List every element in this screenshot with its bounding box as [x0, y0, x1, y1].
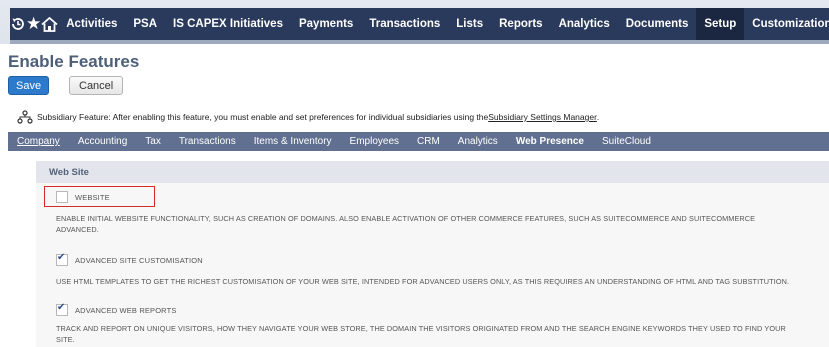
tab-suitecloud[interactable]: SuiteCloud — [593, 136, 660, 147]
subsidiary-note-suffix: . — [596, 112, 600, 122]
subsidiary-note: Subsidiary Feature: After enabling this … — [16, 110, 599, 124]
subsidiary-hierarchy-icon — [16, 110, 34, 124]
tab-web-presence[interactable]: Web Presence — [507, 136, 593, 147]
description-line: ENABLE INITIAL WEBSITE FUNCTIONALITY, SU… — [56, 214, 756, 223]
advanced-web-reports-checkbox[interactable] — [56, 302, 68, 316]
save-button[interactable]: Save — [8, 76, 50, 95]
page-title: Enable Features — [8, 52, 140, 71]
tab-employees[interactable]: Employees — [341, 136, 408, 147]
feature-label: ADVANCED SITE CUSTOMISATION — [75, 255, 203, 265]
subsidiary-note-text: Subsidiary Feature: After enabling this … — [37, 112, 489, 122]
tab-items-inventory[interactable]: Items & Inventory — [245, 136, 341, 147]
nav-activities[interactable]: Activities — [58, 8, 125, 40]
feature-description: USE HTML TEMPLATES TO GET THE RICHEST CU… — [56, 277, 789, 288]
advanced-site-customisation-checkbox[interactable] — [56, 252, 68, 266]
nav-analytics[interactable]: Analytics — [551, 8, 618, 40]
nav-customization[interactable]: Customization — [744, 8, 829, 40]
nav-transactions[interactable]: Transactions — [361, 8, 448, 40]
feature-website: WEBSITE — [56, 191, 110, 203]
tab-transactions[interactable]: Transactions — [170, 136, 245, 147]
feature-advanced-site-customisation: ADVANCED SITE CUSTOMISATION — [56, 252, 203, 266]
website-checkbox[interactable] — [56, 191, 68, 203]
tab-accounting[interactable]: Accounting — [69, 136, 136, 147]
web-presence-panel: Web Site WEBSITE ENABLE INITIAL WEBSITE … — [36, 161, 829, 347]
section-title: Web Site — [49, 167, 89, 178]
nav-setup[interactable]: Setup — [696, 8, 745, 40]
description-line: SITE. — [56, 334, 75, 344]
nav-payments[interactable]: Payments — [291, 8, 361, 40]
subsidiary-settings-manager-link[interactable]: Subsidiary Settings Manager — [488, 112, 597, 122]
description-line: USE HTML TEMPLATES TO GET THE RICHEST CU… — [56, 277, 790, 286]
feature-description: TRACK AND REPORT ON UNIQUE VISITORS, HOW… — [56, 324, 786, 345]
tab-tax[interactable]: Tax — [136, 136, 170, 147]
nav-lists[interactable]: Lists — [448, 8, 491, 40]
main-menu-bar: ★ Activities PSA IS CAPEX Initiatives Pa… — [10, 8, 829, 40]
recent-records-icon[interactable] — [10, 16, 26, 32]
description-line: ADVANCED. — [56, 224, 99, 234]
description-line: TRACK AND REPORT ON UNIQUE VISITORS, HOW… — [56, 324, 786, 333]
tab-analytics[interactable]: Analytics — [449, 136, 507, 147]
feature-description: ENABLE INITIAL WEBSITE FUNCTIONALITY, SU… — [56, 214, 755, 235]
tab-crm[interactable]: CRM — [408, 136, 449, 147]
nav-reports[interactable]: Reports — [491, 8, 550, 40]
section-header: Web Site — [36, 161, 829, 183]
cancel-button[interactable]: Cancel — [69, 76, 124, 95]
nav-documents[interactable]: Documents — [618, 8, 697, 40]
favorites-star-icon[interactable]: ★ — [26, 14, 41, 34]
feature-label: WEBSITE — [75, 192, 110, 202]
feature-advanced-web-reports: ADVANCED WEB REPORTS — [56, 302, 177, 316]
nav-psa[interactable]: PSA — [125, 8, 165, 40]
menu-underbar — [10, 40, 829, 44]
feature-label: ADVANCED WEB REPORTS — [75, 305, 177, 315]
home-icon[interactable] — [41, 16, 58, 32]
feature-subtabs: Company Accounting Tax Transactions Item… — [8, 132, 829, 151]
top-navigation: ★ Activities PSA IS CAPEX Initiatives Pa… — [0, 0, 829, 44]
tab-company[interactable]: Company — [8, 136, 69, 147]
nav-is-capex-initiatives[interactable]: IS CAPEX Initiatives — [165, 8, 291, 40]
